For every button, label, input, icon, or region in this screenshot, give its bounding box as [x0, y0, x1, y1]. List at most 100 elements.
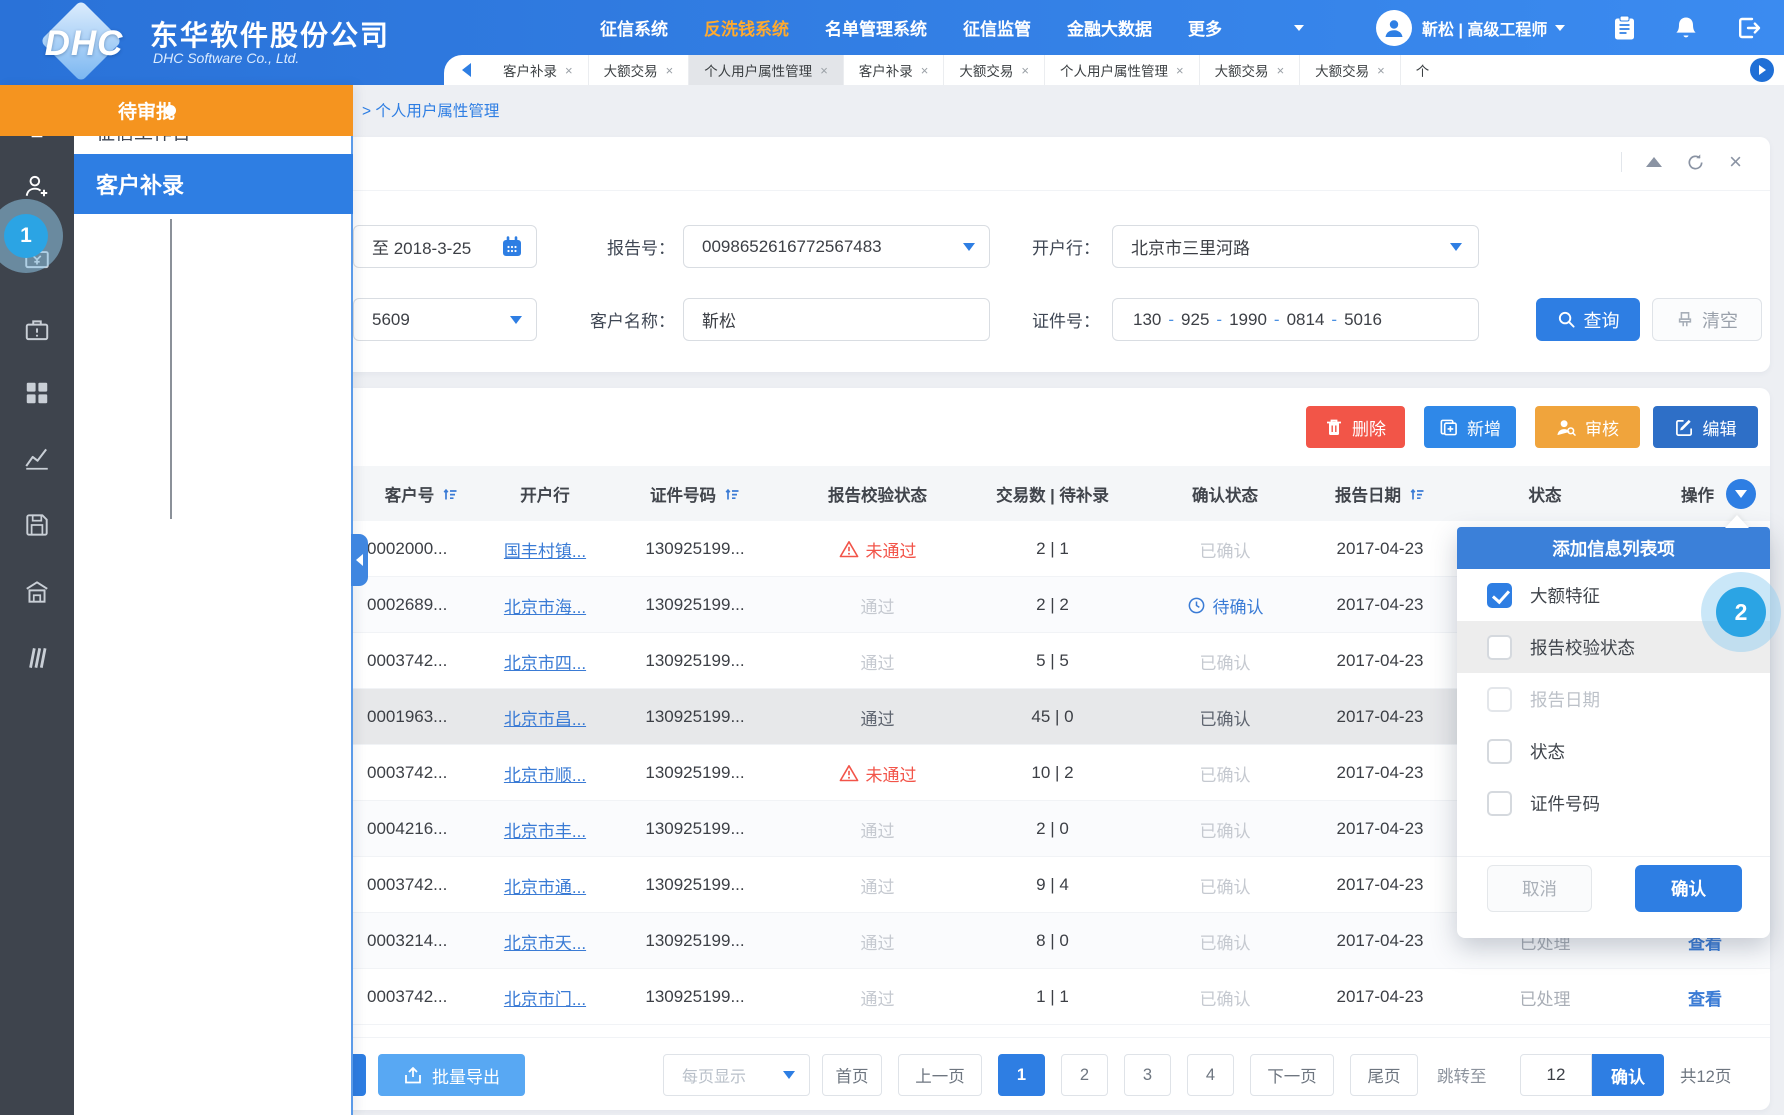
- table-row[interactable]: 0003742... 北京市门... 130925199... 通过 1 | 1…: [344, 969, 1770, 1025]
- picker-option[interactable]: 证件号码: [1457, 777, 1770, 829]
- nav-item[interactable]: 名单管理系统: [825, 15, 927, 40]
- tab-close-icon[interactable]: ×: [1021, 63, 1029, 78]
- tab[interactable]: 个 ×: [1401, 55, 1432, 85]
- tab[interactable]: 个人用户属性管理 ×: [1045, 55, 1200, 85]
- collapse-panel-icon[interactable]: [1646, 157, 1662, 167]
- sort-icon[interactable]: [724, 486, 740, 502]
- breadcrumb[interactable]: > 个人用户属性管理: [362, 99, 499, 121]
- tab-close-icon[interactable]: ×: [1176, 63, 1184, 78]
- tabs-scroll-right[interactable]: [1750, 58, 1774, 82]
- bank-link[interactable]: 北京市门...: [504, 985, 586, 1010]
- code-select[interactable]: 5609: [353, 298, 537, 341]
- divider: [344, 190, 1770, 191]
- batch-export-button[interactable]: 批量导出: [378, 1054, 525, 1096]
- checkbox[interactable]: [1487, 791, 1512, 816]
- bank-link[interactable]: 北京市顺...: [504, 761, 586, 786]
- sidebar-collapse-handle[interactable]: [351, 534, 368, 586]
- picker-confirm-button[interactable]: 确认: [1635, 865, 1742, 912]
- page-number-button[interactable]: 1: [998, 1054, 1045, 1096]
- bank-link[interactable]: 北京市通...: [504, 873, 586, 898]
- picker-cancel-button[interactable]: 取消: [1487, 865, 1592, 912]
- tab[interactable]: 大额交易 ×: [589, 55, 690, 85]
- sort-icon[interactable]: [442, 486, 458, 502]
- jump-confirm-button[interactable]: 确认: [1592, 1054, 1664, 1096]
- page-number-button[interactable]: 4: [1187, 1054, 1234, 1096]
- customer-name-label: 客户名称：: [569, 298, 675, 341]
- last-page-button[interactable]: 尾页: [1350, 1054, 1418, 1096]
- checkbox[interactable]: [1487, 739, 1512, 764]
- report-no-select[interactable]: 0098652616772567483: [683, 225, 990, 268]
- tab-close-icon[interactable]: ×: [666, 63, 674, 78]
- tab-close-icon[interactable]: ×: [1377, 63, 1385, 78]
- user-name-title[interactable]: 靳松 | 高级工程师: [1422, 16, 1547, 40]
- bank-link[interactable]: 北京市丰...: [504, 817, 586, 842]
- nav-item[interactable]: 金融大数据: [1067, 15, 1152, 40]
- tab[interactable]: 客户补录 ×: [488, 55, 589, 85]
- breadcrumb-symbol: >: [362, 103, 371, 120]
- jump-page-input[interactable]: 12: [1520, 1054, 1592, 1096]
- tab[interactable]: 客户补录 ×: [844, 55, 945, 85]
- sidebar-subitem[interactable]: 待审批: [0, 85, 353, 136]
- nav-item[interactable]: 征信系统: [600, 15, 668, 40]
- first-page-button[interactable]: 首页: [822, 1054, 882, 1096]
- bank-select[interactable]: 北京市三里河路: [1112, 225, 1479, 268]
- nav-item[interactable]: 反洗钱系统: [704, 15, 789, 40]
- per-page-select[interactable]: 每页显示: [663, 1054, 810, 1096]
- tab[interactable]: 个人用户属性管理 ×: [689, 55, 844, 85]
- tab[interactable]: 大额交易 ×: [1300, 55, 1401, 85]
- column-settings-toggle[interactable]: [1726, 479, 1756, 509]
- alert-case-icon[interactable]: [23, 316, 51, 344]
- clipboard-icon[interactable]: [1612, 15, 1637, 42]
- sidebar-item-customer-supplement[interactable]: 客户补录: [74, 154, 353, 214]
- bank-link[interactable]: 北京市四...: [504, 649, 586, 674]
- id-no-input[interactable]: 130- 925- 1990- 0814- 5016: [1112, 298, 1479, 341]
- close-icon[interactable]: ×: [1729, 151, 1742, 173]
- query-button[interactable]: 查询: [1536, 298, 1640, 341]
- calendar-icon[interactable]: [500, 235, 524, 259]
- picker-option[interactable]: 报告日期: [1457, 673, 1770, 725]
- page-number-button[interactable]: 2: [1061, 1054, 1108, 1096]
- logout-icon[interactable]: [1736, 15, 1762, 41]
- sort-icon[interactable]: [1409, 486, 1425, 502]
- view-link[interactable]: 查看: [1688, 985, 1722, 1010]
- bank-link[interactable]: 北京市昌...: [504, 705, 586, 730]
- books-icon[interactable]: [23, 644, 51, 672]
- grid-icon[interactable]: [23, 379, 51, 407]
- tabs-scroll-left[interactable]: [444, 55, 488, 85]
- customer-name-input[interactable]: 靳松: [683, 298, 990, 341]
- tab[interactable]: 大额交易 ×: [1200, 55, 1301, 85]
- refresh-icon[interactable]: [1686, 153, 1705, 172]
- edit-button[interactable]: 编辑: [1653, 406, 1758, 448]
- bank-link[interactable]: 北京市天...: [504, 929, 586, 954]
- next-page-button[interactable]: 下一页: [1250, 1054, 1334, 1096]
- bank-link[interactable]: 国丰村镇...: [504, 537, 586, 562]
- add-button[interactable]: 新增: [1424, 406, 1516, 448]
- check-status: 通过: [861, 593, 895, 618]
- date-to-input[interactable]: 至 2018-3-25: [353, 225, 537, 268]
- tab-close-icon[interactable]: ×: [921, 63, 929, 78]
- picker-option[interactable]: 状态: [1457, 725, 1770, 777]
- clear-button[interactable]: 清空: [1652, 298, 1762, 341]
- checkbox[interactable]: [1487, 687, 1512, 712]
- col-check-status: 报告校验状态: [790, 466, 965, 521]
- tab[interactable]: 大额交易 ×: [944, 55, 1045, 85]
- delete-button[interactable]: 删除: [1306, 406, 1405, 448]
- checkbox[interactable]: [1487, 635, 1512, 660]
- nav-item[interactable]: 更多: [1188, 15, 1222, 40]
- checkbox[interactable]: [1487, 583, 1512, 608]
- user-add-icon[interactable]: [23, 172, 51, 200]
- prev-page-button[interactable]: 上一页: [898, 1054, 982, 1096]
- avatar[interactable]: [1376, 10, 1412, 46]
- tab-list: 客户补录 × 大额交易 × 个人用户属性管理 × 客户补录: [488, 55, 1784, 85]
- bell-icon[interactable]: [1674, 15, 1698, 41]
- audit-button[interactable]: 审核: [1535, 406, 1640, 448]
- bank-link[interactable]: 北京市海...: [504, 593, 586, 618]
- nav-item[interactable]: 征信监管: [963, 15, 1031, 40]
- shop-icon[interactable]: [23, 578, 51, 606]
- tab-close-icon[interactable]: ×: [565, 63, 573, 78]
- tab-close-icon[interactable]: ×: [820, 63, 828, 78]
- save-icon[interactable]: [23, 511, 51, 539]
- page-number-button[interactable]: 3: [1124, 1054, 1171, 1096]
- tab-close-icon[interactable]: ×: [1277, 63, 1285, 78]
- chart-icon[interactable]: [23, 444, 51, 472]
